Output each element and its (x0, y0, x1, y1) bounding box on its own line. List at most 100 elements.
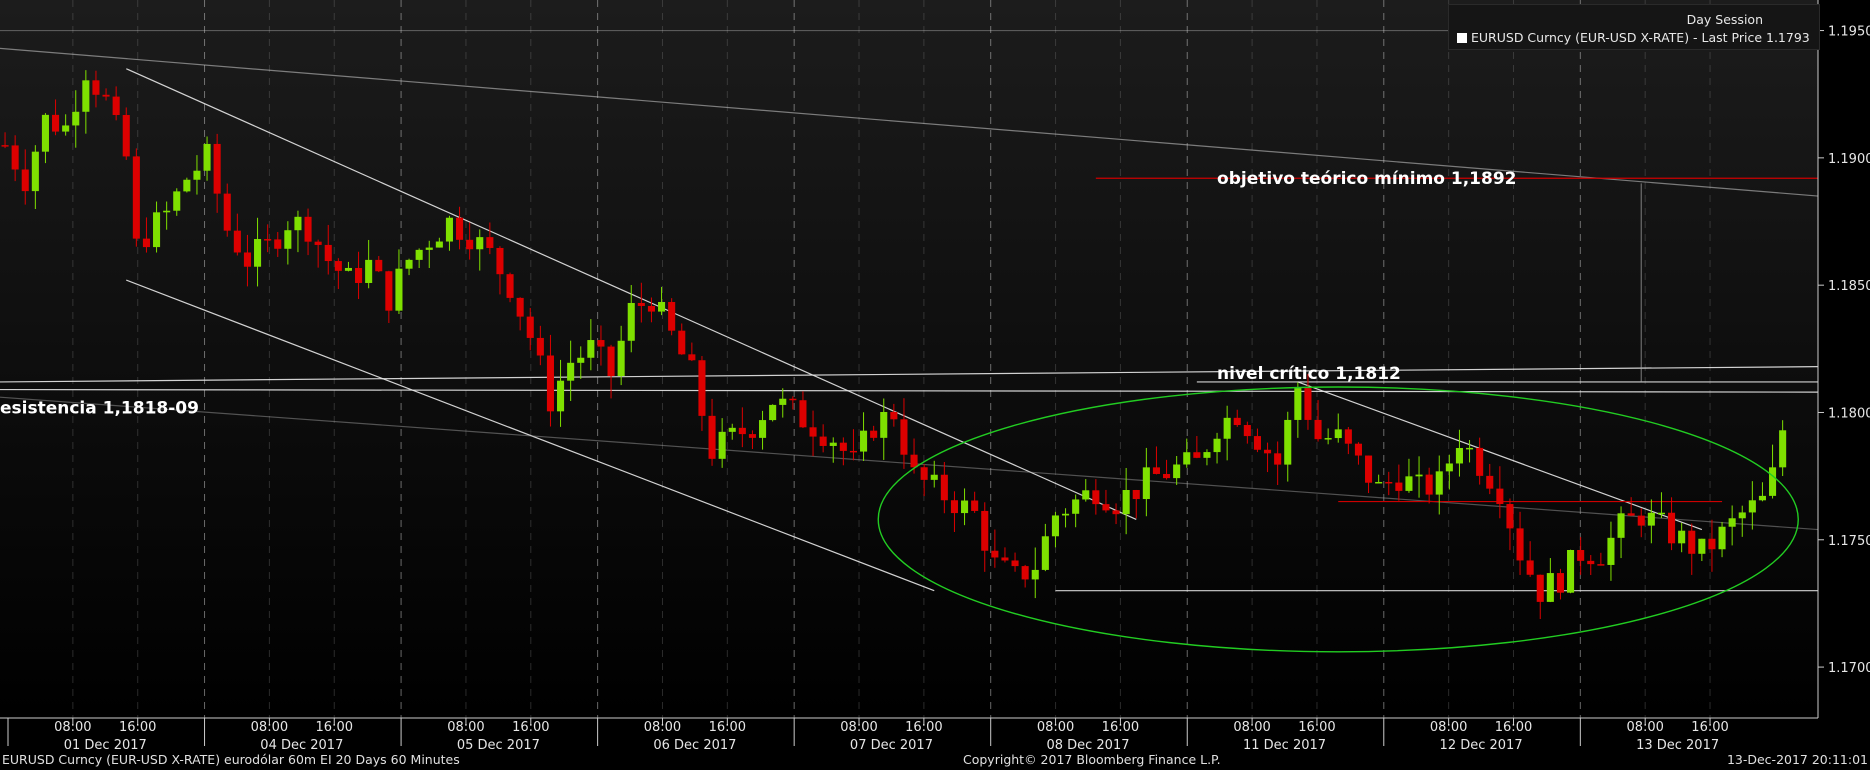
candle-body (1213, 438, 1221, 453)
candle-body (597, 340, 605, 347)
candle-body (72, 111, 80, 126)
x-hour-label: 16:00 (512, 720, 549, 735)
candle-body (1597, 564, 1605, 566)
candle-body (890, 411, 898, 420)
candle-body (466, 239, 474, 250)
x-hour-label: 16:00 (709, 720, 746, 735)
annotation-target-label: objetivo teórico mínimo 1,1892 (1217, 169, 1516, 189)
candle-body (1365, 455, 1373, 483)
candle-body (1435, 471, 1443, 495)
candle-body (849, 450, 857, 453)
candle-body (1112, 510, 1120, 515)
candle-body (1637, 515, 1645, 526)
x-hour-label: 16:00 (1495, 720, 1532, 735)
x-date-label: 04 Dec 2017 (260, 738, 343, 753)
footer-copyright: Copyright© 2017 Bloomberg Finance L.P. (963, 752, 1221, 767)
candle-body (1506, 504, 1514, 529)
candle-body (637, 302, 645, 306)
x-hour-label: 08:00 (1430, 720, 1467, 735)
candle-body (1142, 467, 1150, 500)
candle-body (981, 510, 989, 551)
candle-body (1607, 537, 1615, 565)
candle-body (1567, 550, 1575, 593)
candle-body (839, 442, 847, 451)
candle-body (415, 249, 423, 260)
candle-body (41, 114, 49, 152)
candle-body (617, 340, 625, 377)
candle-body (1728, 518, 1736, 527)
x-date-label: 08 Dec 2017 (1046, 738, 1129, 753)
x-hour-label: 08:00 (251, 720, 288, 735)
candle-body (62, 125, 70, 132)
candle-body (516, 297, 524, 317)
x-hour-label: 08:00 (840, 720, 877, 735)
candle-body (506, 274, 514, 298)
candle-body (627, 302, 635, 341)
candle-body (1314, 419, 1322, 440)
legend-item: EURUSD Curncy (EUR-USD X-RATE) - Last Pr… (1457, 30, 1810, 45)
candle-body (587, 340, 595, 358)
candle-body (132, 156, 140, 239)
x-date-label: 13 Dec 2017 (1636, 738, 1719, 753)
candle-body (1193, 452, 1201, 458)
candle-body (1223, 417, 1231, 439)
candle-body (385, 271, 393, 311)
candle-body (405, 259, 413, 269)
plot-background (0, 0, 1818, 718)
x-date-label: 12 Dec 2017 (1440, 738, 1523, 753)
candle-body (526, 316, 534, 338)
candle-body (910, 454, 918, 468)
candle-body (971, 500, 979, 511)
candle-body (486, 237, 494, 248)
candle-body (183, 179, 191, 192)
candle-body (567, 362, 575, 381)
x-hour-label: 16:00 (1691, 720, 1728, 735)
candle-body (1526, 560, 1534, 575)
candlestick-chart: objetivo teórico mínimo 1,1892 nivel crít… (0, 0, 1870, 753)
legend-session: Day Session (1686, 12, 1763, 27)
candle-body (658, 302, 666, 312)
candle-body (1041, 536, 1049, 570)
candle-body (1183, 452, 1191, 465)
x-hour-label: 08:00 (447, 720, 484, 735)
candle-body (1132, 490, 1140, 500)
candle-body (375, 259, 383, 272)
candle-body (122, 115, 130, 157)
candle-body (52, 114, 60, 132)
candle-body (789, 398, 797, 401)
candle-body (1001, 557, 1009, 561)
y-tick-label: 1.1750 (1828, 534, 1870, 549)
candle-body (688, 354, 696, 361)
candle-body (153, 212, 161, 248)
x-date-label: 06 Dec 2017 (653, 738, 736, 753)
candle-body (344, 267, 352, 271)
candle-body (940, 474, 948, 501)
candle-body (1385, 481, 1393, 484)
candle-body (1344, 429, 1352, 444)
candle-body (769, 404, 777, 421)
candle-body (476, 237, 484, 250)
candle-body (284, 230, 292, 249)
candle-body (708, 415, 716, 459)
candle-body (264, 239, 272, 241)
candle-body (1051, 515, 1059, 537)
candle-body (1082, 490, 1090, 500)
annotation-resistance-label: esistencia 1,1818-09 (0, 399, 199, 419)
x-hour-label: 16:00 (119, 720, 156, 735)
candle-body (11, 145, 19, 170)
candle-body (1657, 512, 1665, 515)
candle-body (698, 360, 706, 416)
candle-body (1769, 467, 1777, 496)
candle-body (1587, 560, 1595, 565)
candle-body (1243, 425, 1251, 437)
candle-body (1496, 488, 1504, 505)
legend-swatch (1457, 33, 1467, 43)
candle-body (900, 419, 908, 455)
candle-body (1011, 560, 1019, 567)
candle-body (950, 500, 958, 514)
candle-body (1253, 436, 1261, 450)
candle-body (557, 380, 565, 412)
candle-body (1748, 500, 1756, 513)
candle-body (173, 191, 181, 211)
candle-body (1678, 530, 1686, 544)
